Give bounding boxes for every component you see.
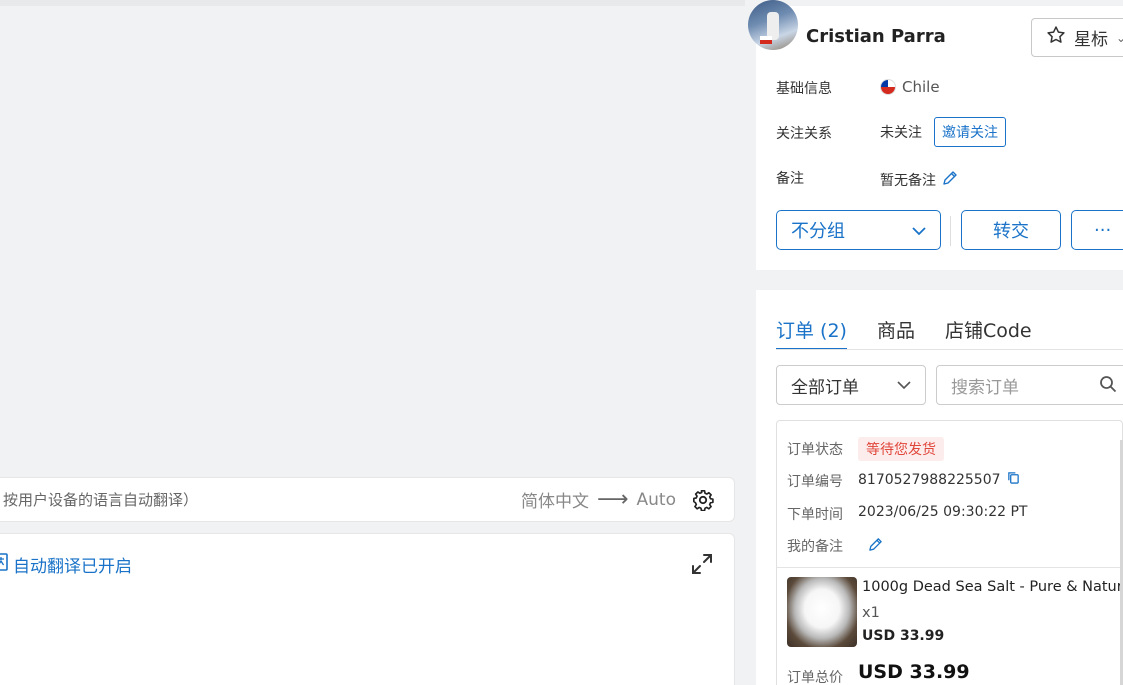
order-filter-select[interactable]: 全部订单: [776, 365, 926, 405]
order-status-label: 订单状态: [787, 442, 843, 458]
invite-follow-button[interactable]: 邀请关注: [934, 117, 1006, 147]
divider: [950, 216, 951, 246]
language-switch[interactable]: 简体中文 ⟶ Auto: [521, 487, 714, 512]
card-divider: [777, 567, 1123, 568]
order-search-input[interactable]: 搜索订单: [936, 365, 1123, 405]
search-icon[interactable]: [1099, 375, 1117, 398]
arrow-right-icon: ⟶: [596, 487, 629, 512]
target-language[interactable]: Auto: [637, 490, 676, 510]
follow-status: 未关注: [880, 125, 922, 141]
star-icon: [1046, 25, 1066, 50]
star-button[interactable]: 星标 ⌄: [1031, 18, 1123, 57]
order-number: 8170527988225507: [858, 471, 1001, 488]
note-label: 备注: [776, 171, 804, 187]
order-time-label: 下单时间: [787, 507, 843, 523]
orders-tabs: 订单 (2) 商品 店铺Code: [776, 316, 1032, 350]
country-value: Chile: [880, 78, 940, 96]
flag-icon: [760, 36, 772, 44]
product-price: USD 33.99: [862, 628, 945, 644]
order-status-value: 等待您发货: [858, 437, 944, 461]
group-select-value: 不分组: [791, 221, 845, 242]
group-select[interactable]: 不分组: [776, 210, 941, 250]
more-button[interactable]: ···: [1071, 210, 1123, 250]
product-quantity: x1: [862, 605, 880, 621]
country-name: Chile: [902, 78, 940, 96]
my-note-label: 我的备注: [787, 539, 843, 555]
product-title[interactable]: 1000g Dead Sea Salt - Pure & Natura...: [862, 579, 1123, 595]
order-time: 2023/06/25 09:30:22 PT: [858, 504, 1028, 520]
follow-row: 未关注 邀请关注: [880, 117, 1006, 147]
customer-name: Cristian Parra: [806, 26, 946, 47]
translate-icon: [0, 553, 9, 576]
edit-order-note-icon[interactable]: [868, 537, 883, 552]
avatar[interactable]: [748, 0, 798, 50]
chevron-down-icon: [897, 375, 911, 395]
chevron-down-icon: [912, 220, 926, 241]
edit-note-icon[interactable]: [942, 170, 958, 190]
translate-hint: 按用户设备的语言自动翻译）: [3, 491, 199, 509]
search-placeholder: 搜索订单: [951, 377, 1019, 398]
orders-panel: 订单 (2) 商品 店铺Code 全部订单 搜索订单 订单状态 等待您发货 订单…: [756, 290, 1123, 685]
chevron-down-icon: ⌄: [1116, 30, 1123, 45]
order-filter-value: 全部订单: [791, 377, 859, 398]
top-strip: [0, 0, 745, 6]
follow-label: 关注关系: [776, 126, 832, 142]
tab-orders[interactable]: 订单 (2): [776, 316, 847, 350]
note-row: 暂无备注: [880, 170, 958, 190]
transfer-button[interactable]: 转交: [961, 210, 1061, 250]
auto-translate-label: 自动翻译已开启: [13, 557, 132, 577]
order-total-label: 订单总价: [787, 670, 843, 685]
note-value: 暂无备注: [880, 173, 936, 189]
tabs-divider: [776, 349, 1123, 350]
tab-products[interactable]: 商品: [877, 316, 915, 350]
tab-store-code[interactable]: 店铺Code: [945, 316, 1032, 350]
status-badge: 等待您发货: [858, 437, 944, 461]
translate-bar: 按用户设备的语言自动翻译） 简体中文 ⟶ Auto: [0, 477, 735, 522]
copy-icon[interactable]: [1007, 471, 1020, 488]
chile-flag-icon: [880, 79, 896, 95]
order-number-label: 订单编号: [787, 474, 843, 490]
source-language[interactable]: 简体中文: [521, 487, 589, 512]
order-number-row: 8170527988225507: [858, 471, 1020, 488]
star-label: 星标: [1074, 30, 1108, 50]
expand-icon[interactable]: [690, 552, 714, 576]
chat-area: 按用户设备的语言自动翻译） 简体中文 ⟶ Auto 自动翻译已开启: [0, 0, 745, 685]
order-total: USD 33.99: [858, 661, 970, 683]
product-image[interactable]: [787, 577, 857, 647]
basic-info-label: 基础信息: [776, 81, 832, 97]
message-composer[interactable]: 自动翻译已开启: [0, 533, 735, 685]
auto-translate-toggle[interactable]: 自动翻译已开启: [0, 552, 132, 577]
customer-profile-card: Cristian Parra 星标 ⌄ 基础信息 Chile 关注关系 未关注 …: [748, 0, 1123, 270]
gear-icon[interactable]: [692, 489, 714, 511]
order-card[interactable]: 订单状态 等待您发货 订单编号 8170527988225507 下单时间 20…: [776, 420, 1123, 685]
